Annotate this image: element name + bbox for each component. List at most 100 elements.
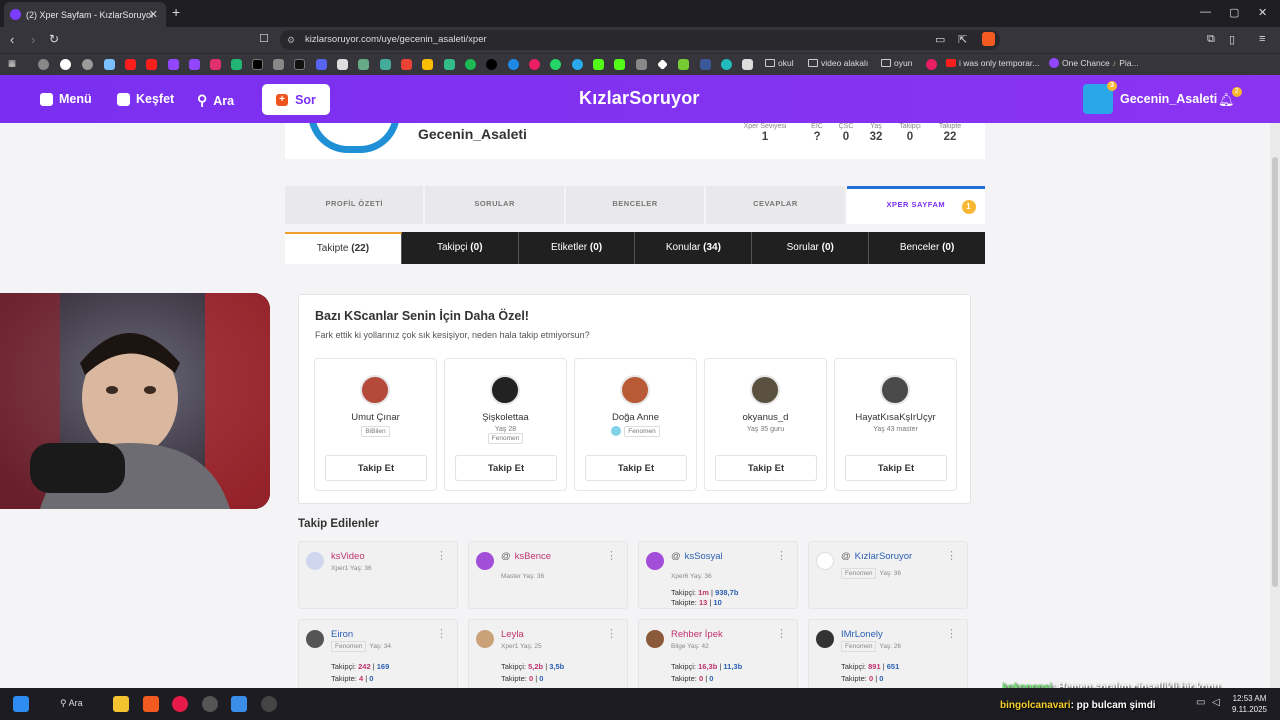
tiktok-bookmark-icon[interactable]: [294, 59, 305, 70]
tab-questions[interactable]: SORULAR: [425, 186, 564, 224]
bookmark-icon[interactable]: [444, 59, 455, 70]
user-photo[interactable]: [490, 375, 520, 405]
start-icon[interactable]: [13, 696, 29, 712]
user-photo[interactable]: [750, 375, 780, 405]
search-button[interactable]: ⚲ Ara: [197, 92, 234, 109]
user-name[interactable]: ksVideo: [331, 551, 365, 562]
window-close-icon[interactable]: ✕: [1258, 6, 1267, 19]
new-tab-icon[interactable]: +: [172, 4, 180, 20]
bookmark-icon[interactable]: [742, 59, 753, 70]
bookmark-link[interactable]: One Chance: [1049, 58, 1110, 68]
bookmark-icon[interactable]: [273, 59, 284, 70]
user-name-row[interactable]: @ ksSosyal: [671, 551, 723, 562]
user-avatar[interactable]: [306, 630, 324, 648]
file-explorer-icon[interactable]: [113, 696, 129, 712]
bookmark-icon[interactable]: [529, 59, 540, 70]
site-info-icon[interactable]: ⚙: [287, 30, 295, 50]
bookmark-link[interactable]: ♪ Pia...: [1112, 58, 1139, 68]
more-options-icon[interactable]: ⋮: [436, 549, 447, 562]
bookmark-folder-oyun[interactable]: oyun: [881, 58, 912, 68]
user-avatar[interactable]: [816, 630, 834, 648]
follow-button[interactable]: Takip Et: [585, 455, 687, 481]
user-avatar[interactable]: [476, 630, 494, 648]
user-menu[interactable]: 3 Gecenin_Asaleti: [1083, 81, 1217, 114]
tab-profile-summary[interactable]: PROFİL ÖZETİ: [285, 186, 424, 224]
tab-opinions[interactable]: BENCELER: [565, 186, 705, 224]
user-name[interactable]: Leyla: [501, 629, 524, 640]
bookmark-icon[interactable]: [104, 59, 115, 70]
whatsapp-bookmark-icon[interactable]: [550, 59, 561, 70]
explore-button[interactable]: Keşfet: [117, 92, 174, 106]
user-avatar[interactable]: [816, 552, 834, 570]
system-clock[interactable]: 12:53 AM 9.11.2025: [1232, 693, 1267, 715]
extensions-icon[interactable]: ⧉: [1207, 33, 1215, 46]
forward-icon[interactable]: ›: [31, 32, 35, 47]
bookmark-icon[interactable]: [358, 59, 369, 70]
discord-bookmark-icon[interactable]: [316, 59, 327, 70]
bookmark-icon[interactable]: [926, 59, 937, 70]
follow-button[interactable]: Takip Et: [845, 455, 947, 481]
user-avatar[interactable]: [646, 552, 664, 570]
instagram-bookmark-icon[interactable]: [210, 59, 221, 70]
user-avatar[interactable]: [646, 630, 664, 648]
apps-icon[interactable]: ▦: [8, 58, 16, 69]
more-options-icon[interactable]: ⋮: [946, 549, 957, 562]
youtube-bookmark-icon[interactable]: [125, 59, 136, 70]
tab-answers[interactable]: CEVAPLAR: [706, 186, 845, 224]
follow-button[interactable]: Takip Et: [715, 455, 817, 481]
bookmark-icon[interactable]: [721, 59, 732, 70]
close-tab-icon[interactable]: ✕: [149, 8, 158, 21]
scrollbar-thumb[interactable]: [1272, 157, 1278, 587]
minimize-icon[interactable]: —: [1200, 6, 1211, 18]
ask-question-button[interactable]: + Sor: [262, 84, 330, 115]
user-photo[interactable]: [880, 375, 910, 405]
youtube-bookmark-icon[interactable]: [146, 59, 157, 70]
user-avatar[interactable]: [476, 552, 494, 570]
subtab-following[interactable]: Takipte (22): [285, 232, 402, 264]
app-icon[interactable]: [231, 696, 247, 712]
follow-button[interactable]: Takip Et: [455, 455, 557, 481]
brave-browser-icon[interactable]: [143, 696, 159, 712]
bookmark-icon[interactable]: [231, 59, 242, 70]
bookmark-icon[interactable]: [380, 59, 391, 70]
cast-icon[interactable]: ▭: [935, 33, 945, 46]
back-icon[interactable]: ‹: [10, 32, 14, 47]
kick-bookmark-icon[interactable]: [593, 59, 604, 70]
user-name[interactable]: Eiron: [331, 629, 353, 640]
browser-tab[interactable]: (2) Xper Sayfam - KızlarSoruyor ✕: [4, 2, 166, 27]
drive-bookmark-icon[interactable]: [422, 59, 433, 70]
user-name[interactable]: HayatKısaKşIrUçyr: [835, 412, 956, 423]
kick-bookmark-icon[interactable]: [614, 59, 625, 70]
spotify-bookmark-icon[interactable]: [465, 59, 476, 70]
subtab-tags[interactable]: Etiketler (0): [518, 232, 636, 264]
subtab-opinions[interactable]: Benceler (0): [869, 232, 985, 264]
page-scrollbar[interactable]: [1270, 123, 1280, 688]
reload-icon[interactable]: ↻: [49, 32, 59, 46]
subtab-topics[interactable]: Konular (34): [635, 232, 753, 264]
share-icon[interactable]: ⇱: [958, 33, 967, 46]
app-icon[interactable]: [261, 696, 277, 712]
bookmark-icon[interactable]: [636, 59, 647, 70]
bookmark-icon[interactable]: [700, 59, 711, 70]
network-icon[interactable]: ▭: [1196, 697, 1205, 708]
user-name-row[interactable]: @ ksBence: [501, 551, 551, 562]
obs-icon[interactable]: [202, 696, 218, 712]
maximize-icon[interactable]: ▢: [1229, 6, 1239, 19]
browser-menu-icon[interactable]: ≡: [1259, 33, 1265, 45]
user-avatar[interactable]: [306, 552, 324, 570]
subtab-followers[interactable]: Takipçi (0): [401, 232, 519, 264]
user-photo[interactable]: [360, 375, 390, 405]
twitch-bookmark-icon[interactable]: [189, 59, 200, 70]
user-name[interactable]: Şişkolettaa: [445, 412, 566, 423]
user-name[interactable]: Rehber İpek: [671, 629, 723, 640]
sidebar-icon[interactable]: ▯: [1229, 33, 1235, 46]
bookmark-folder-video[interactable]: video alakalı: [808, 58, 868, 68]
brave-shield-icon[interactable]: [982, 32, 995, 46]
tab-xper-page[interactable]: XPER SAYFAM 1: [846, 186, 986, 224]
github-bookmark-icon[interactable]: [486, 59, 497, 70]
follow-button[interactable]: Takip Et: [325, 455, 427, 481]
site-logo[interactable]: KızlarSoruyor: [579, 88, 700, 109]
bookmark-folder-okul[interactable]: okul: [765, 58, 794, 68]
chrome-bookmark-icon[interactable]: [82, 59, 93, 70]
subtab-questions[interactable]: Sorular (0): [752, 232, 870, 264]
